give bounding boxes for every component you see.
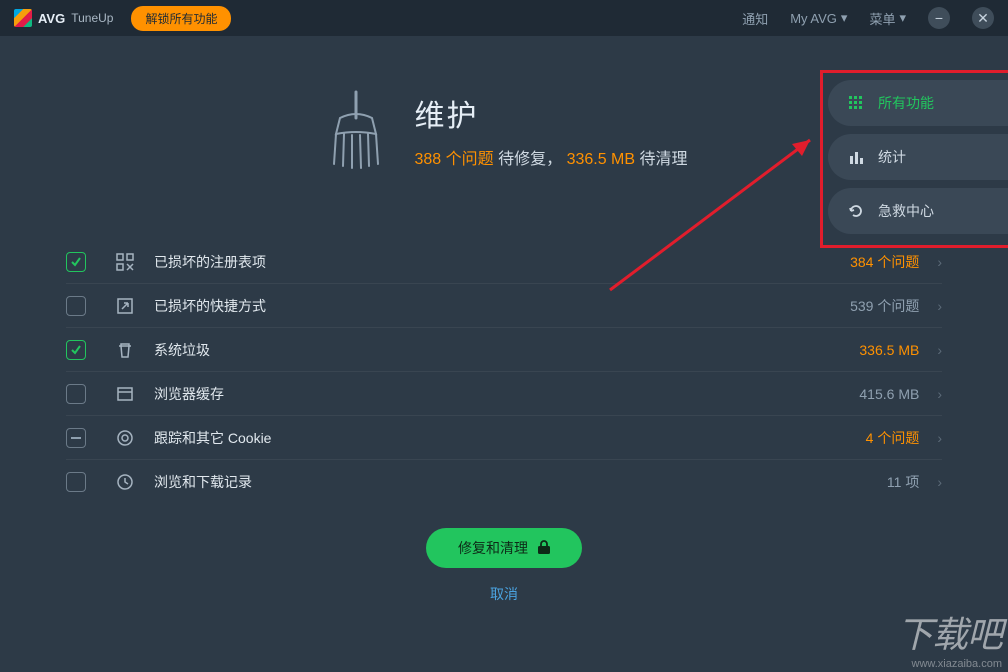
- logo-icon: [14, 9, 32, 27]
- target-icon: [116, 429, 136, 447]
- row-browser-cache[interactable]: 浏览器缓存 415.6 MB ›: [66, 372, 942, 416]
- chevron-right-icon: ›: [937, 298, 942, 314]
- panel-label: 急救中心: [878, 201, 934, 221]
- chevron-right-icon: ›: [937, 254, 942, 270]
- fix-and-clean-button[interactable]: 修复和清理: [426, 528, 582, 568]
- myavg-label: My AVG: [790, 11, 837, 26]
- row-value: 539 个问题: [850, 296, 919, 316]
- row-value: 384 个问题: [850, 252, 919, 272]
- fix-button-label: 修复和清理: [458, 538, 528, 558]
- row-value: 4 个问题: [866, 428, 920, 448]
- lock-icon: [538, 540, 550, 557]
- row-registry[interactable]: 已损坏的注册表项 384 个问题 ›: [66, 240, 942, 284]
- panel-label: 所有功能: [878, 93, 934, 113]
- chevron-right-icon: ›: [937, 474, 942, 490]
- hero-text2: 待清理: [640, 151, 688, 168]
- checkbox[interactable]: [66, 428, 86, 448]
- row-history[interactable]: 浏览和下载记录 11 项 ›: [66, 460, 942, 504]
- row-value: 415.6 MB: [859, 386, 919, 402]
- hero-subtitle: 388 个问题 待修复， 336.5 MB 待清理: [414, 145, 687, 169]
- row-label: 跟踪和其它 Cookie: [154, 428, 866, 448]
- page-title: 维护: [414, 91, 687, 135]
- checkbox[interactable]: [66, 340, 86, 360]
- minimize-button[interactable]: −: [928, 7, 950, 29]
- footer: 修复和清理 取消: [0, 528, 1008, 604]
- side-panel: 所有功能 统计 急救中心: [828, 80, 1008, 234]
- checkbox[interactable]: [66, 252, 86, 272]
- cleanup-size: 336.5 MB: [567, 151, 635, 168]
- chevron-down-icon: ▾: [899, 10, 906, 26]
- hero-text1: 待修复，: [498, 151, 562, 168]
- problem-count-suffix: 个问题: [446, 151, 494, 168]
- brand-text: AVG: [38, 11, 65, 26]
- checkbox[interactable]: [66, 472, 86, 492]
- panel-label: 统计: [878, 147, 906, 167]
- row-value: 11 项: [887, 472, 919, 492]
- menu-link[interactable]: 菜单 ▾: [869, 9, 906, 28]
- shortcut-icon: [116, 297, 136, 315]
- close-button[interactable]: ✕: [972, 7, 994, 29]
- registry-icon: [116, 253, 136, 271]
- brush-icon: [320, 86, 392, 174]
- panel-all-features[interactable]: 所有功能: [828, 80, 1008, 126]
- chevron-right-icon: ›: [937, 386, 942, 402]
- watermark: 下载吧 www.xiazaiba.com: [897, 606, 1002, 670]
- row-label: 浏览器缓存: [154, 384, 859, 404]
- watermark-text: 下载吧: [897, 606, 1002, 658]
- checkbox[interactable]: [66, 296, 86, 316]
- panel-stats[interactable]: 统计: [828, 134, 1008, 180]
- unlock-button[interactable]: 解锁所有功能: [131, 6, 231, 31]
- problem-count: 388: [414, 151, 441, 168]
- product-text: TuneUp: [71, 11, 113, 25]
- notifications-link[interactable]: 通知: [742, 9, 768, 28]
- panel-rescue[interactable]: 急救中心: [828, 188, 1008, 234]
- chevron-down-icon: ▾: [841, 10, 848, 26]
- checkbox[interactable]: [66, 384, 86, 404]
- row-junk[interactable]: 系统垃圾 336.5 MB ›: [66, 328, 942, 372]
- row-shortcuts[interactable]: 已损坏的快捷方式 539 个问题 ›: [66, 284, 942, 328]
- row-label: 系统垃圾: [154, 340, 859, 360]
- bar-chart-icon: [848, 150, 864, 164]
- watermark-url: www.xiazaiba.com: [897, 658, 1002, 670]
- issues-list: 已损坏的注册表项 384 个问题 › 已损坏的快捷方式 539 个问题 › 系统…: [66, 240, 942, 504]
- myavg-link[interactable]: My AVG ▾: [790, 10, 847, 26]
- chevron-right-icon: ›: [937, 430, 942, 446]
- chevron-right-icon: ›: [937, 342, 942, 358]
- titlebar: AVG TuneUp 解锁所有功能 通知 My AVG ▾ 菜单 ▾ − ✕: [0, 0, 1008, 36]
- grid-icon: [848, 96, 864, 110]
- history-icon: [116, 473, 136, 491]
- cancel-link[interactable]: 取消: [490, 584, 518, 604]
- row-value: 336.5 MB: [859, 342, 919, 358]
- row-cookies[interactable]: 跟踪和其它 Cookie 4 个问题 ›: [66, 416, 942, 460]
- row-label: 浏览和下载记录: [154, 472, 887, 492]
- undo-icon: [848, 204, 864, 218]
- row-label: 已损坏的注册表项: [154, 252, 850, 272]
- app-logo: AVG TuneUp: [14, 9, 113, 27]
- trash-icon: [116, 341, 136, 359]
- browser-icon: [116, 385, 136, 403]
- row-label: 已损坏的快捷方式: [154, 296, 850, 316]
- menu-label: 菜单: [869, 9, 895, 28]
